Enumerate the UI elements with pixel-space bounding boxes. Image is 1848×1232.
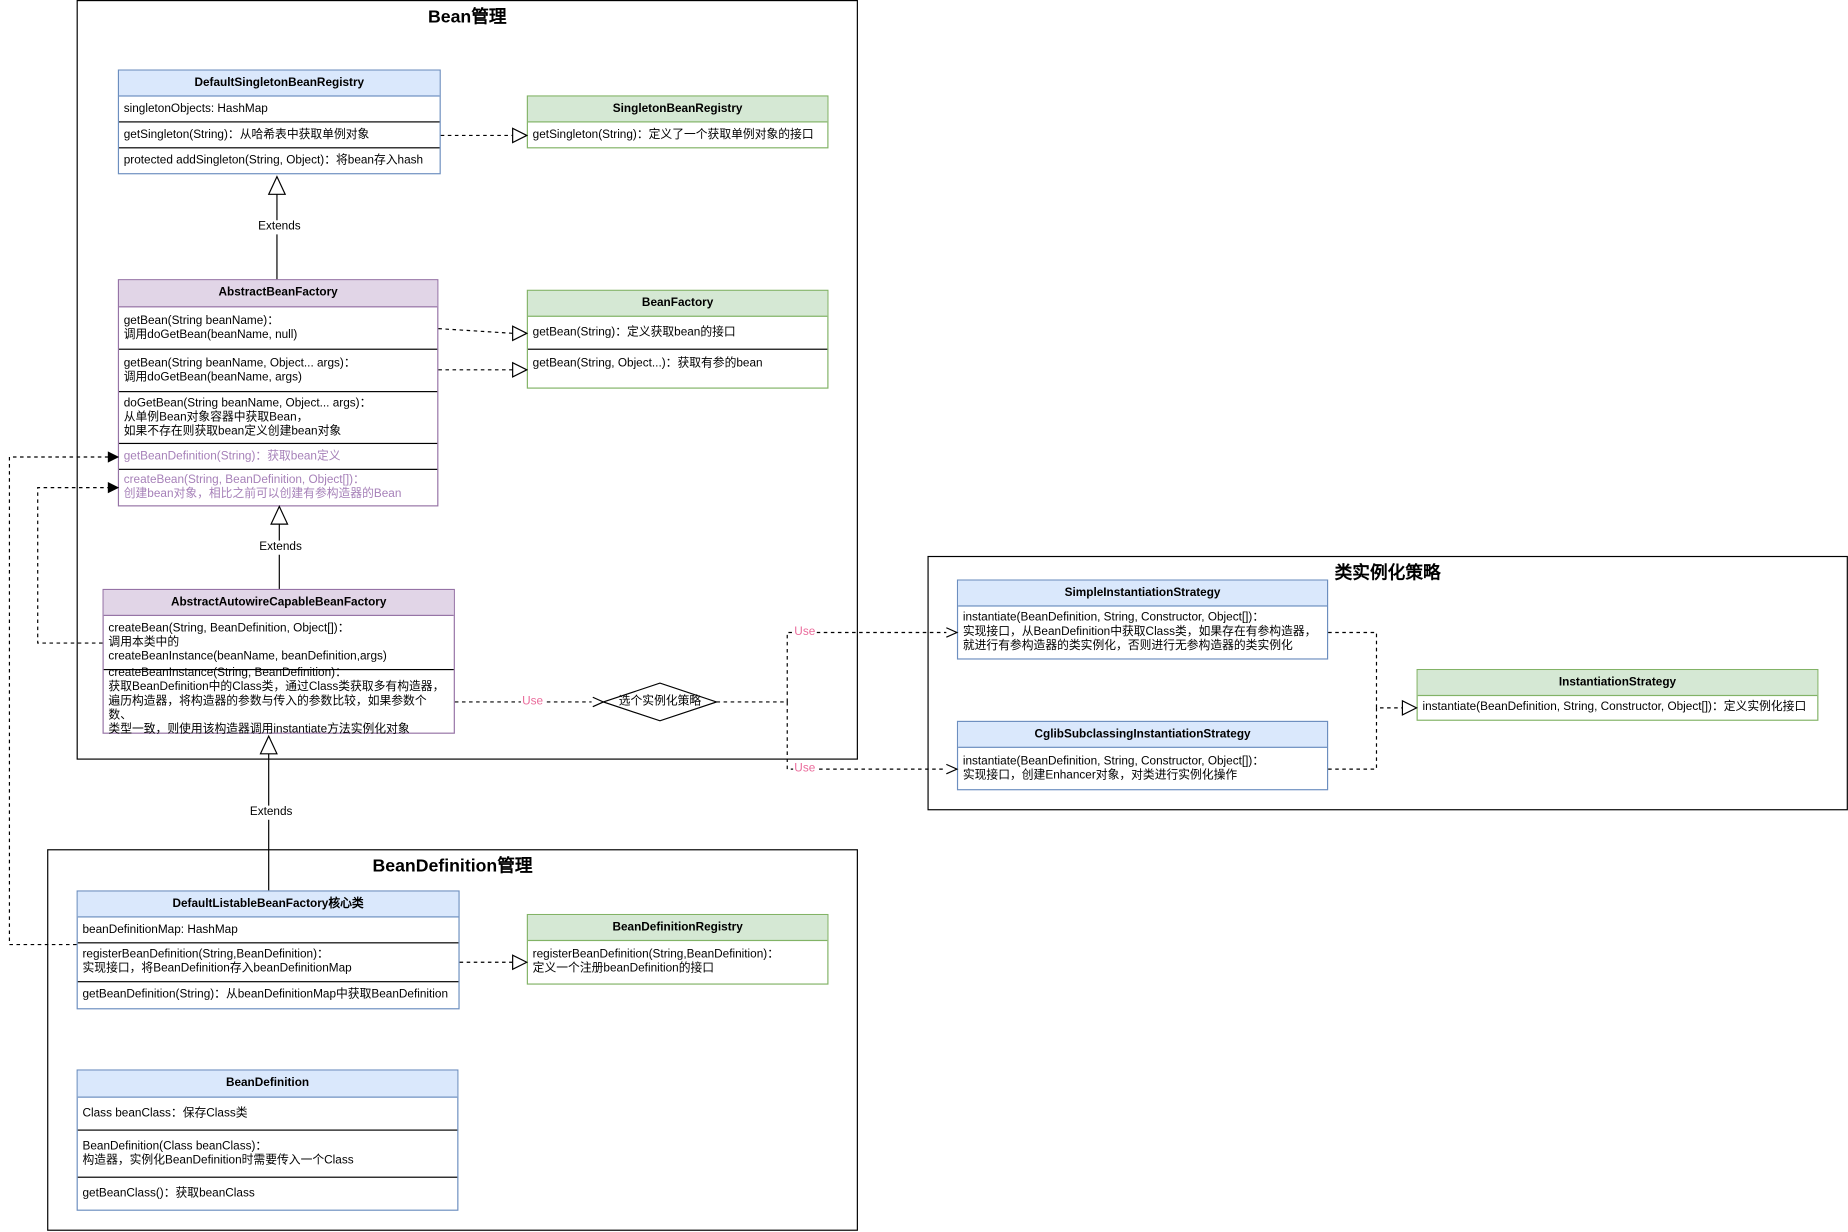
- decision-label: 选个实例化策略: [618, 694, 702, 708]
- use-arrow: [716, 631, 947, 703]
- extends-label: Extends: [248, 805, 294, 820]
- implements-arrow: [1328, 631, 1403, 709]
- realization-triangle-icon: [512, 361, 529, 378]
- use-label: Use: [520, 694, 545, 710]
- connector-layer: [8, 127, 1418, 971]
- diagram-canvas: Bean管理 BeanDefinition管理 类实例化策略 DefaultSi…: [0, 0, 1848, 1232]
- inheritance-triangle-icon: [267, 175, 287, 195]
- implements-arrow: [438, 328, 513, 334]
- realization-triangle-icon: [512, 325, 529, 342]
- inheritance-triangle-icon: [270, 505, 289, 525]
- extends-label: Extends: [258, 540, 304, 555]
- use-label: Use: [793, 762, 817, 777]
- call-arrow: [37, 487, 109, 644]
- open-arrowhead-icon: [946, 763, 959, 775]
- inheritance-triangle-icon: [259, 734, 278, 755]
- realization-triangle-icon: [1401, 699, 1418, 716]
- filled-arrowhead-icon: [107, 451, 120, 463]
- use-arrow: [786, 701, 947, 770]
- filled-arrowhead-icon: [107, 481, 120, 494]
- open-arrowhead-icon: [946, 627, 959, 638]
- call-arrow: [8, 456, 109, 946]
- realization-triangle-icon: [512, 954, 529, 971]
- use-label: Use: [793, 625, 817, 640]
- implements-arrow: [1328, 707, 1378, 770]
- extends-label: Extends: [256, 220, 302, 235]
- realization-triangle-icon: [512, 127, 529, 144]
